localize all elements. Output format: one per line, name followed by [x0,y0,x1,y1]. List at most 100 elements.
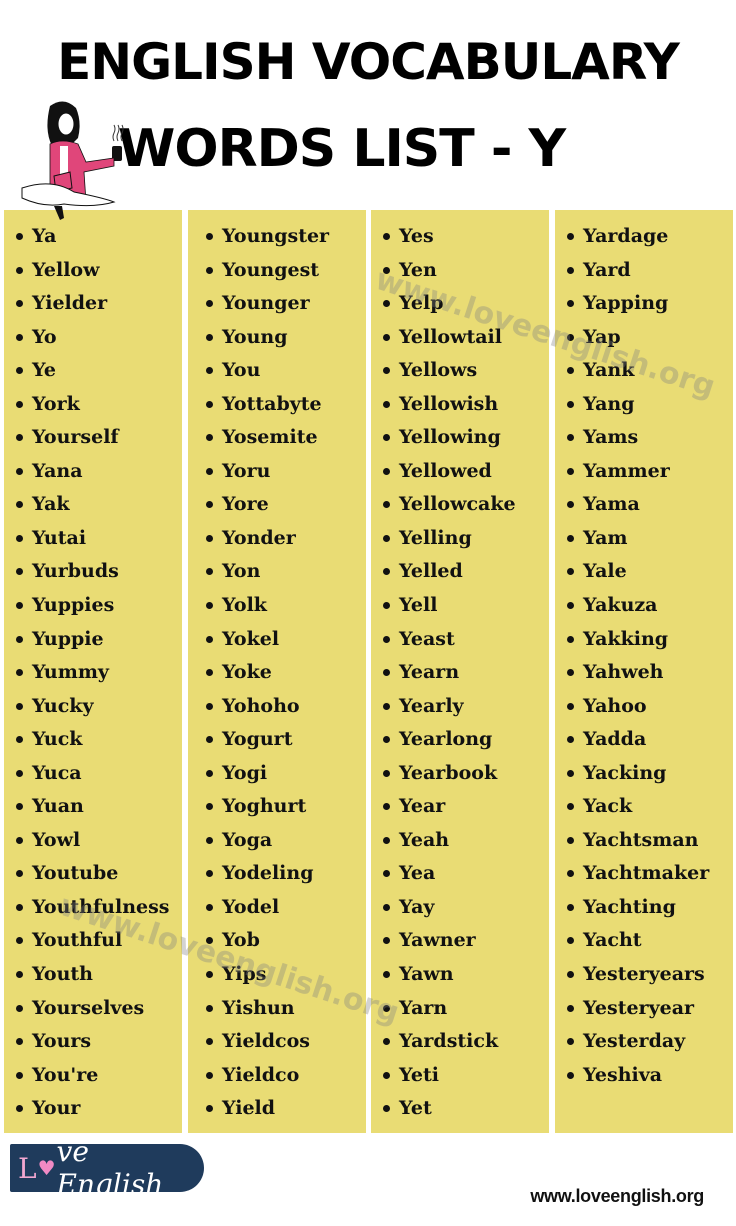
word-text: Yon [222,560,261,583]
list-item: Yogurt [206,727,366,761]
bullet-icon [16,803,23,811]
list-item: Yoru [206,459,366,493]
bullet-icon [206,434,213,442]
bullet-icon [383,669,390,677]
bullet-icon [16,501,23,509]
list-item: Yelled [383,559,549,593]
list-item: Yea [383,861,549,895]
word-text: Yapping [583,292,669,315]
face [57,112,75,136]
love-english-logo[interactable]: L ♥ ve English [10,1135,204,1201]
bullet-icon [383,233,390,240]
bullet-icon [383,602,390,610]
word-text: Yama [583,493,640,516]
bullet-icon [206,1038,213,1046]
word-text: Youthful [32,929,123,952]
word-text: Yellowed [399,459,492,482]
word-text: Yeti [399,1063,439,1086]
bullet-icon [567,300,574,308]
list-item: Yo [16,325,182,359]
list-item: Yeti [383,1063,549,1097]
word-text: Yutai [32,526,87,549]
word-text: Yore [222,493,269,516]
list-item: Youthful [16,928,182,962]
bullet-icon [16,836,23,844]
list-item: Yoga [206,828,366,862]
word-text: Yourself [32,426,119,449]
word-text: Youngest [222,258,320,281]
bullet-icon [206,1071,213,1079]
word-text: Yak [32,493,70,516]
bullet-icon [16,736,23,744]
bullet-icon [16,903,23,911]
word-text: Yawner [399,929,476,952]
bullet-icon [567,769,574,777]
word-text: Yuppie [32,627,104,650]
bullet-icon [206,568,213,576]
list-item: Yutai [16,526,182,560]
word-text: Yachtsman [583,828,699,851]
word-text: Yishun [222,996,295,1019]
word-text: Yack [583,795,633,818]
word-text: Yielder [32,292,108,315]
list-item: Yogi [206,761,366,795]
bullet-icon [567,367,574,375]
list-item: Yay [383,895,549,929]
bullet-icon [383,534,390,542]
word-text: Yelling [399,526,472,549]
word-text: Yang [583,392,635,415]
list-item: Youthfulness [16,895,182,929]
list-item: Yowl [16,828,182,862]
list-item: Yachtmaker [567,861,733,895]
list-item: Yuppies [16,593,182,627]
bullet-icon [206,870,213,878]
word-text: Yellowing [399,426,501,449]
list-item: Yuan [16,794,182,828]
list-item: Youtube [16,861,182,895]
bullet-icon [567,333,574,341]
bullet-icon [383,266,390,274]
word-text: Yieldcos [222,1030,310,1053]
word-text: Yesteryear [583,996,695,1019]
word-text: Yardage [583,225,669,247]
bullet-icon [16,702,23,710]
list-item: Yellowcake [383,492,549,526]
list-item: Yesteryear [567,996,733,1030]
site-url[interactable]: www.loveenglish.org [530,1186,704,1207]
bullet-icon [383,367,390,375]
bullet-icon [206,1004,213,1012]
word-text: Yuck [32,728,83,751]
word-text: Yakuza [583,594,658,617]
list-item: Yieldco [206,1063,366,1097]
word-text: Yeshiva [583,1063,663,1086]
bullet-icon [567,602,574,610]
list-item: Yadda [567,727,733,761]
word-text: Yachting [583,895,676,918]
bullet-icon [206,937,213,945]
bullet-icon [16,1105,23,1113]
bullet-icon [206,1105,213,1113]
list-item: Yang [567,392,733,426]
list-item: Yell [383,593,549,627]
list-item: Yen [383,258,549,292]
word-text: Yen [399,258,437,281]
word-text: Yellowish [399,392,499,415]
word-text: Yosemite [222,426,318,449]
list-item: Yahoo [567,694,733,728]
word-text: Yank [583,359,635,382]
list-item: Yachtsman [567,828,733,862]
logo-letter-l: L [18,1151,37,1185]
bullet-icon [383,1105,390,1113]
list-item: Yoke [206,660,366,694]
list-item: Yolk [206,593,366,627]
word-text: Yachtmaker [583,862,710,885]
list-item: Yarn [383,996,549,1030]
list-item: Yawner [383,928,549,962]
list-item: Yielder [16,291,182,325]
word-text: Yuca [32,761,82,784]
word-text: Yelled [399,560,463,583]
list-item: Yellow [16,258,182,292]
list-item: Yuca [16,761,182,795]
list-item: Yammer [567,459,733,493]
bullet-icon [16,434,23,442]
